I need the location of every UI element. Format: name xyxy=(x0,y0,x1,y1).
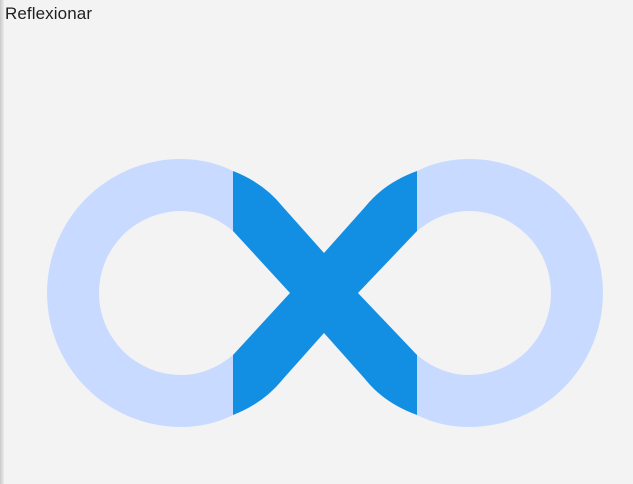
infinity-loop-icon xyxy=(47,159,603,427)
right-loop xyxy=(417,159,603,427)
left-loop xyxy=(47,159,233,427)
infinity-cross xyxy=(233,171,417,415)
